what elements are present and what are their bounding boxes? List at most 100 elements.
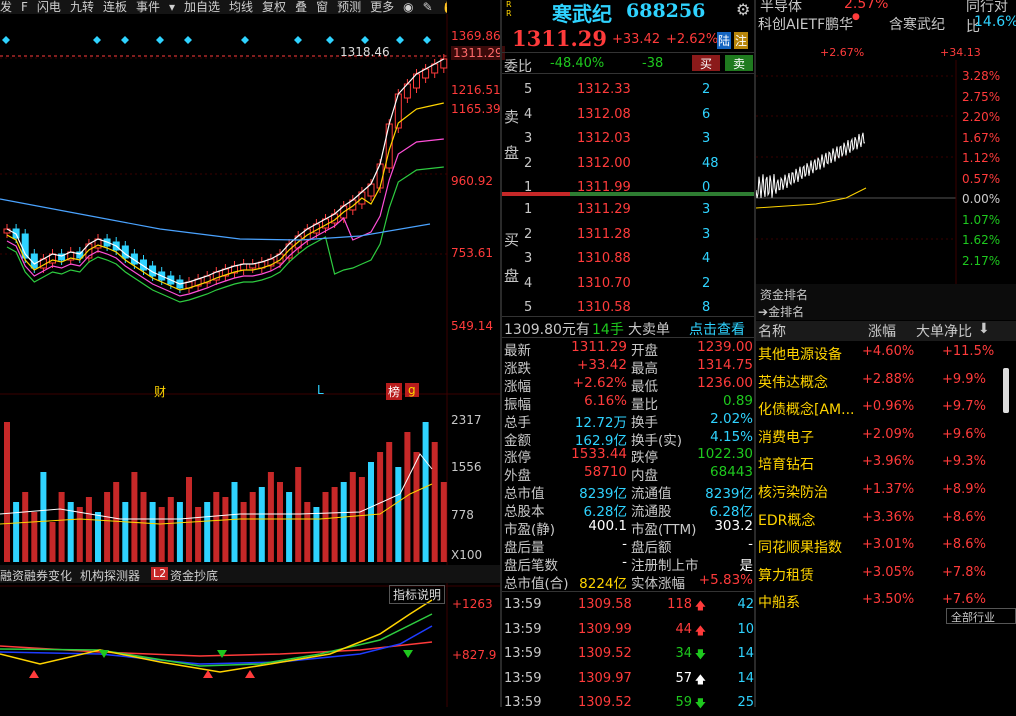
ranking-row[interactable]: 消费电子 +2.09% +9.6% xyxy=(756,423,1016,450)
hand-icon[interactable]: ✋ xyxy=(442,1,447,13)
col-name[interactable]: 名称 xyxy=(758,321,786,341)
tick-volume: 44 xyxy=(675,621,692,637)
tab-institution[interactable]: 机构探测器 xyxy=(80,567,140,584)
ask-row[interactable]: 3 1312.03 3 xyxy=(502,127,754,152)
sector-pct: +3.96% xyxy=(862,454,915,470)
finance-marker[interactable]: 财 xyxy=(154,383,166,400)
quote-row: 总市值(合) 8224亿 实体涨幅 +5.83% xyxy=(504,572,754,592)
ask-price: 1312.03 xyxy=(577,131,631,146)
industry-filter-select[interactable]: 全部行业 xyxy=(946,608,1016,624)
ranking-row[interactable]: 培育钻石 +3.96% +9.3% xyxy=(756,450,1016,477)
signal-diamond[interactable] xyxy=(423,36,431,44)
signal-diamond[interactable] xyxy=(361,36,369,44)
col-pct[interactable]: 涨幅 xyxy=(868,321,896,341)
ranking-row[interactable]: 算力租赁 +3.05% +7.8% xyxy=(756,561,1016,588)
ranking-title[interactable]: 资金排名 xyxy=(760,286,808,303)
g-marker[interactable]: g xyxy=(405,383,419,397)
tick-volume: 59 xyxy=(675,695,692,711)
toolbar-item[interactable]: 连板 xyxy=(103,1,127,13)
bid-row[interactable]: 2 1311.28 3 xyxy=(502,223,754,248)
toolbar-item[interactable]: 九转 xyxy=(70,1,94,13)
signal-diamond[interactable] xyxy=(396,36,404,44)
bid-row[interactable]: 1 1311.29 3 xyxy=(502,198,754,223)
signal-diamond[interactable] xyxy=(241,36,249,44)
col-net[interactable]: 大单净比 xyxy=(916,321,972,341)
ask-volume: 6 xyxy=(702,106,711,122)
bid-row[interactable]: 3 1310.88 4 xyxy=(502,247,754,272)
quote-row: 涨幅 +2.62% 最低 1236.00 xyxy=(504,375,754,395)
volume-bar xyxy=(322,492,329,562)
signal-diamond[interactable] xyxy=(184,36,192,44)
signal-diamond[interactable] xyxy=(93,36,101,44)
ranking-row[interactable]: 核污染防治 +1.37% +8.9% xyxy=(756,478,1016,505)
sector-name[interactable]: EDR概念 xyxy=(758,510,815,530)
toolbar-item[interactable]: 更多 xyxy=(370,1,394,13)
sector-name[interactable]: 其他电源设备 xyxy=(758,344,842,364)
buy-button[interactable]: 买 xyxy=(692,55,720,71)
scrollbar-thumb[interactable] xyxy=(1003,368,1009,413)
tick-time: 13:59 xyxy=(504,621,542,637)
sell-button[interactable]: 卖 xyxy=(725,55,753,71)
bid-volume: 3 xyxy=(702,202,711,217)
sector-net: +9.9% xyxy=(942,371,986,387)
tab-bottom-fishing[interactable]: 资金抄底 xyxy=(170,567,218,584)
eye-icon[interactable]: ◉ xyxy=(403,1,413,13)
r-badge: RR xyxy=(506,0,512,18)
toolbar-item[interactable]: 均线 xyxy=(229,1,253,13)
sector-name[interactable]: 中船系 xyxy=(758,592,800,612)
price-label-7: 549.14 xyxy=(451,319,493,333)
signal-diamond[interactable] xyxy=(2,36,10,44)
sector-name[interactable]: 消费电子 xyxy=(758,427,814,447)
big-order-link[interactable]: 点击查看 xyxy=(689,319,745,339)
tick-price: 1309.99 xyxy=(578,621,632,637)
sector-net: +9.6% xyxy=(942,426,986,442)
bid-row[interactable]: 4 1310.70 2 xyxy=(502,272,754,297)
ranking-title-2[interactable]: ➔金排名 xyxy=(758,303,804,320)
quote-value: - xyxy=(622,535,627,552)
sort-desc-icon[interactable]: ⬇ xyxy=(978,321,990,337)
bid-level: 2 xyxy=(524,226,533,242)
signal-diamond[interactable] xyxy=(156,36,164,44)
sector-name[interactable]: 同花顺果指数 xyxy=(758,537,842,557)
current-price: 1311.29 xyxy=(512,26,607,51)
ask-row[interactable]: 2 1312.00 48 xyxy=(502,152,754,177)
toolbar-item[interactable]: 发 xyxy=(0,1,12,13)
toolbar-item[interactable]: 事件 xyxy=(136,1,160,13)
signal-diamond[interactable] xyxy=(326,36,334,44)
sector-name[interactable]: 培育钻石 xyxy=(758,454,814,474)
volume-bar xyxy=(186,477,192,562)
toolbar-item[interactable]: 加自选 xyxy=(184,1,220,13)
toolbar-item[interactable]: 预测 xyxy=(337,1,361,13)
ind-label-2: +827.9 xyxy=(452,648,497,662)
sector-name[interactable]: 核污染防治 xyxy=(758,482,828,502)
sector-name[interactable]: 算力租赁 xyxy=(758,565,814,585)
bang-marker[interactable]: 榜 xyxy=(386,383,403,400)
etf-name[interactable]: 科创AIETF鹏华 xyxy=(758,14,853,34)
sector-name[interactable]: 英伟达概念 xyxy=(758,372,828,392)
ranking-row[interactable]: 其他电源设备 +4.60% +11.5% xyxy=(756,340,1016,367)
ask-row[interactable]: 5 1312.33 2 xyxy=(502,78,754,103)
vol-label-1: 2317 xyxy=(451,413,482,427)
ranking-row[interactable]: 同花顺果指数 +3.01% +8.6% xyxy=(756,533,1016,560)
l-marker[interactable]: L xyxy=(317,383,324,397)
toolbar-item[interactable]: 叠 xyxy=(295,1,307,13)
tab-margin[interactable]: 融资融券变化 xyxy=(0,567,72,584)
signal-diamond[interactable] xyxy=(294,36,302,44)
quote-value: 2.02% xyxy=(710,410,753,427)
toolbar-item[interactable]: F xyxy=(21,1,28,13)
toolbar-item[interactable]: 复权 xyxy=(262,1,286,13)
gear-icon[interactable]: ⚙ xyxy=(736,0,750,19)
indicator-help-button[interactable]: 指标说明 xyxy=(389,585,446,604)
ranking-row[interactable]: 英伟达概念 +2.88% +9.9% xyxy=(756,368,1016,395)
toolbar-item[interactable]: 窗 xyxy=(316,1,328,13)
pen-icon[interactable]: ✎ xyxy=(423,1,433,13)
signal-diamond[interactable] xyxy=(121,36,129,44)
tick-price: 1309.97 xyxy=(578,670,632,686)
toolbar-item[interactable]: 闪电 xyxy=(37,1,61,13)
sector-name[interactable]: 化债概念[AM... xyxy=(758,399,854,419)
arrow-up-icon: 🡅 xyxy=(694,599,706,612)
ranking-row[interactable]: 化债概念[AM... +0.96% +9.7% xyxy=(756,395,1016,422)
toolbar-item[interactable]: ▾ xyxy=(169,1,175,13)
ask-row[interactable]: 4 1312.08 6 xyxy=(502,103,754,128)
ranking-row[interactable]: EDR概念 +3.36% +8.6% xyxy=(756,506,1016,533)
